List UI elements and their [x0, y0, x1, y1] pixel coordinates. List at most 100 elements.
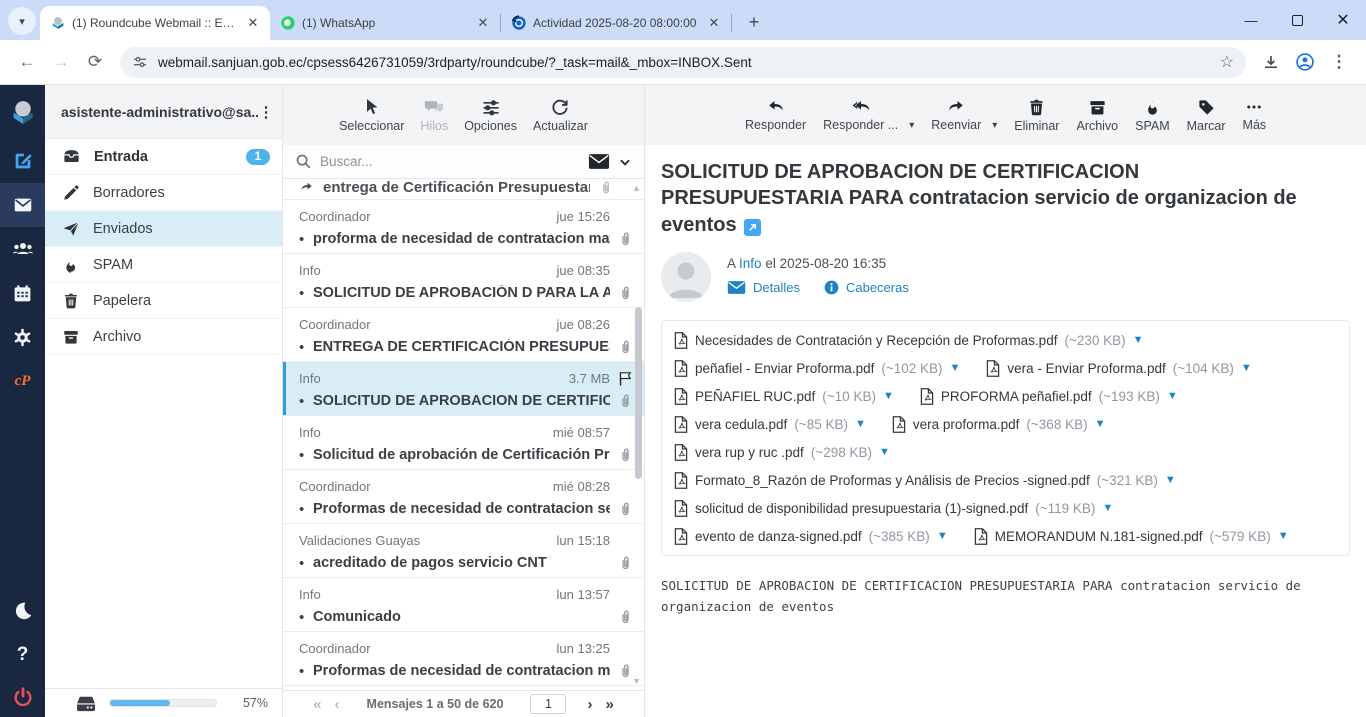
sidebar-item-trash[interactable]: Papelera: [45, 283, 282, 319]
message-row[interactable]: Coordinador jue 08:26 • ENTREGA DE CERTI…: [283, 308, 644, 362]
downloads-icon[interactable]: [1254, 45, 1288, 79]
back-icon[interactable]: ←: [10, 45, 44, 79]
attachment-menu-caret-icon[interactable]: ▼: [879, 446, 890, 458]
mail-nav-button[interactable]: [0, 183, 45, 227]
account-header[interactable]: asistente-administrativo@sa... ⋮: [45, 85, 282, 139]
tab-whatsapp[interactable]: (1) WhatsApp ✕: [270, 6, 500, 40]
attachment-item[interactable]: MEMORANDUM N.181-signed.pdf (~579 KB) ▼: [974, 522, 1289, 550]
cpanel-link[interactable]: cP: [0, 359, 45, 403]
tab-close-icon[interactable]: ✕: [244, 14, 262, 32]
attachment-item[interactable]: Necesidades de Contratación y Recepción …: [674, 326, 1144, 354]
sidebar-item-drafts[interactable]: Borradores: [45, 175, 282, 211]
message-row[interactable]: Coordinador mié 08:28 • Proformas de nec…: [283, 470, 644, 524]
attachment-menu-caret-icon[interactable]: ▼: [1241, 362, 1252, 374]
attachment-menu-caret-icon[interactable]: ▼: [1133, 334, 1144, 346]
message-row[interactable]: Info mié 08:57 • Solicitud de aprobación…: [283, 416, 644, 470]
calendar-nav-button[interactable]: [0, 271, 45, 315]
help-icon[interactable]: ?: [0, 633, 45, 677]
account-menu-icon[interactable]: ⋮: [258, 103, 274, 121]
tab-close-icon[interactable]: ✕: [474, 14, 492, 32]
omnibox[interactable]: webmail.sanjuan.gob.ec/cpsess6426731059/…: [120, 47, 1246, 78]
mark-button[interactable]: Marcar: [1187, 98, 1226, 133]
options-button[interactable]: Opciones: [464, 97, 517, 133]
attachment-menu-caret-icon[interactable]: ▼: [1167, 390, 1178, 402]
tab-close-icon[interactable]: ✕: [705, 14, 723, 32]
message-row-partial[interactable]: entrega de Certificación Presupuestaria …: [283, 179, 644, 200]
forward-caret-icon[interactable]: ▾: [992, 120, 997, 131]
select-button[interactable]: Seleccionar: [339, 97, 404, 133]
attachment-item[interactable]: PEÑAFIEL RUC.pdf (~10 KB) ▼: [674, 382, 894, 410]
scroll-down-icon[interactable]: ▼: [632, 676, 641, 686]
compose-button[interactable]: [0, 139, 45, 183]
logout-icon[interactable]: [0, 677, 45, 717]
recipient-link[interactable]: Info: [739, 256, 762, 271]
close-button[interactable]: ✕: [1320, 0, 1366, 40]
first-page-icon[interactable]: «: [313, 696, 321, 713]
open-in-new-window-icon[interactable]: [744, 219, 761, 236]
attachment-item[interactable]: evento de danza-signed.pdf (~385 KB) ▼: [674, 522, 948, 550]
contacts-nav-button[interactable]: [0, 227, 45, 271]
attachment-item[interactable]: Formato_8_Razón de Proformas y Análisis …: [674, 466, 1176, 494]
tab-search-button[interactable]: ▾: [8, 7, 36, 35]
url-text[interactable]: webmail.sanjuan.gob.ec/cpsess6426731059/…: [158, 55, 1212, 70]
sidebar-item-archive[interactable]: Archivo: [45, 319, 282, 355]
attachment-menu-caret-icon[interactable]: ▼: [1095, 418, 1106, 430]
details-toggle[interactable]: Detalles: [753, 280, 800, 295]
attachment-menu-caret-icon[interactable]: ▼: [937, 530, 948, 542]
tab-roundcube[interactable]: (1) Roundcube Webmail :: Envia ✕: [40, 6, 270, 40]
list-scrollbar[interactable]: [635, 307, 642, 479]
attachment-menu-caret-icon[interactable]: ▼: [1278, 530, 1289, 542]
attachment-menu-caret-icon[interactable]: ▼: [883, 390, 894, 402]
message-row[interactable]: Coordinador lun 13:25 • Proformas de nec…: [283, 632, 644, 686]
attachment-item[interactable]: PROFORMA peñafiel.pdf (~193 KB) ▼: [920, 382, 1178, 410]
spam-button[interactable]: SPAM: [1135, 98, 1170, 133]
new-tab-button[interactable]: +: [740, 8, 768, 36]
flag-icon[interactable]: [617, 370, 634, 387]
sidebar-item-spam[interactable]: SPAM: [45, 247, 282, 283]
headers-toggle[interactable]: Cabeceras: [846, 280, 909, 295]
settings-nav-button[interactable]: [0, 315, 45, 359]
attachment-item[interactable]: solicitud de disponibilidad presupuestar…: [674, 494, 1113, 522]
more-button[interactable]: Más: [1243, 98, 1267, 132]
search-options-chevron-icon[interactable]: [618, 155, 632, 169]
attachment-menu-caret-icon[interactable]: ▼: [1102, 502, 1113, 514]
minimize-button[interactable]: —: [1228, 0, 1274, 40]
threads-button[interactable]: Hilos: [420, 97, 448, 133]
chrome-menu-icon[interactable]: ⋮: [1322, 45, 1356, 79]
restore-button[interactable]: [1274, 0, 1320, 40]
prev-page-icon[interactable]: ‹: [335, 696, 340, 713]
reply-button[interactable]: Responder: [745, 98, 806, 132]
archive-button[interactable]: Archivo: [1076, 98, 1118, 133]
page-number-input[interactable]: [530, 694, 566, 714]
next-page-icon[interactable]: ›: [587, 696, 592, 713]
reply-all-button[interactable]: Responder ...: [823, 98, 898, 132]
message-row[interactable]: Info 3.7 MB • SOLICITUD DE APROBACION DE…: [283, 362, 644, 416]
attachment-menu-caret-icon[interactable]: ▼: [950, 362, 961, 374]
attachment-item[interactable]: vera cedula.pdf (~85 KB) ▼: [674, 410, 866, 438]
message-row[interactable]: Info lun 13:57 • Comunicado: [283, 578, 644, 632]
scroll-up-icon[interactable]: ▲: [632, 183, 641, 193]
refresh-button[interactable]: Actualizar: [533, 97, 588, 133]
message-row[interactable]: Info jue 08:35 • SOLICITUD DE APROBACIÓN…: [283, 254, 644, 308]
attachment-item[interactable]: peñafiel - Enviar Proforma.pdf (~102 KB)…: [674, 354, 960, 382]
search-input[interactable]: [320, 154, 580, 169]
forward-button[interactable]: Reenviar: [931, 98, 981, 132]
attachment-menu-caret-icon[interactable]: ▼: [855, 418, 866, 430]
forward-icon[interactable]: →: [44, 45, 78, 79]
attachment-item[interactable]: vera - Enviar Proforma.pdf (~104 KB) ▼: [986, 354, 1251, 382]
attachment-item[interactable]: vera rup y ruc .pdf (~298 KB) ▼: [674, 438, 890, 466]
attachment-menu-caret-icon[interactable]: ▼: [1165, 474, 1176, 486]
sidebar-item-inbox[interactable]: Entrada 1: [45, 139, 282, 175]
tab-actividad[interactable]: Actividad 2025-08-20 08:00:00 ✕: [501, 6, 731, 40]
reply-all-caret-icon[interactable]: ▾: [909, 120, 914, 131]
attachment-item[interactable]: vera proforma.pdf (~368 KB) ▼: [892, 410, 1106, 438]
last-page-icon[interactable]: »: [605, 696, 613, 713]
delete-button[interactable]: Eliminar: [1014, 98, 1059, 133]
dark-mode-icon[interactable]: [0, 589, 45, 633]
sidebar-item-sent[interactable]: Enviados: [45, 211, 282, 247]
message-row[interactable]: Coordinador jue 15:26 • proforma de nece…: [283, 200, 644, 254]
reload-icon[interactable]: ⟳: [78, 45, 112, 79]
profile-icon[interactable]: [1288, 45, 1322, 79]
site-settings-icon[interactable]: [132, 54, 148, 70]
bookmark-star-icon[interactable]: ☆: [1220, 52, 1234, 72]
